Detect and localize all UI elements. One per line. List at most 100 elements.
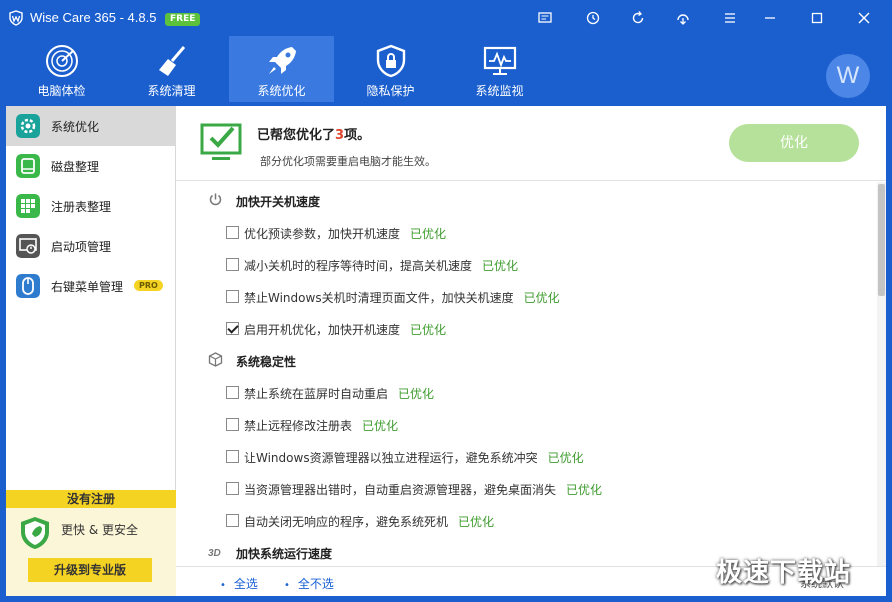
upgrade-to-pro-button[interactable]: 升级到专业版 — [28, 558, 152, 582]
power-icon — [209, 193, 222, 206]
disk-icon — [16, 154, 40, 178]
close-button[interactable] — [853, 7, 875, 29]
monitor-chart-icon — [483, 46, 516, 75]
option-label: 减小关机时的程序等待时间，提高关机速度 已优化 — [244, 259, 519, 273]
app-header: Wise Care 365 - 4.8.5 FREE 电脑体检 系统清理 系统优… — [0, 0, 892, 106]
option-label: 禁止系统在蓝屏时自动重启 已优化 — [244, 387, 435, 401]
section-title: 系统稳定性 — [236, 355, 297, 369]
tab-pc-checkup-label: 电脑体检 — [37, 84, 86, 98]
mouse-icon — [16, 274, 40, 298]
tab-pc-checkup[interactable]: 电脑体检 — [9, 36, 114, 102]
option-label: 禁止Windows关机时清理页面文件，加快关机速度 已优化 — [244, 291, 560, 305]
list-item: 启用开机优化，加快开机速度 已优化 — [226, 318, 846, 338]
monitor-check-icon — [200, 123, 242, 160]
status-optimized: 已优化 — [398, 387, 435, 401]
option-checkbox[interactable] — [226, 258, 239, 271]
option-label: 禁止远程修改注册表 已优化 — [244, 419, 399, 433]
maximize-button[interactable] — [806, 7, 828, 29]
rocket-icon — [268, 47, 296, 74]
list-item: 当资源管理器出错时，自动重启资源管理器，避免桌面消失 已优化 — [226, 478, 846, 498]
gear-icon — [16, 114, 40, 138]
minimize-button[interactable] — [759, 7, 781, 29]
sidebar-item-label: 磁盘整理 — [51, 160, 100, 174]
sidebar-item-system-optimize[interactable]: 系统优化 — [6, 106, 175, 146]
radar-icon — [45, 45, 78, 77]
sidebar-item-label: 右键菜单管理 — [51, 280, 124, 294]
option-label: 让Windows资源管理器以独立进程运行，避免系统冲突 已优化 — [244, 451, 584, 465]
sidebar-item-context-menu[interactable]: 右键菜单管理 PRO — [6, 266, 175, 306]
option-checkbox[interactable] — [226, 514, 239, 527]
status-optimized: 已优化 — [523, 291, 560, 305]
free-badge: FREE — [165, 13, 201, 26]
list-item: 减小关机时的程序等待时间，提高关机速度 已优化 — [226, 254, 846, 274]
tab-system-optimize[interactable]: 系统优化 — [229, 36, 334, 102]
shield-icon — [376, 44, 405, 78]
tab-privacy-protect-label: 隐私保护 — [366, 84, 415, 98]
main-content: 已帮您优化了3项。 部分优化项需要重启电脑才能生效。 优化 加快开关机速度 优化… — [176, 106, 886, 596]
status-optimized: 已优化 — [410, 227, 447, 241]
list-scrollbar[interactable] — [877, 182, 886, 566]
shield-rocket-icon — [21, 517, 49, 549]
optimize-summary: 已帮您优化了3项。 部分优化项需要重启电脑才能生效。 优化 — [176, 106, 886, 181]
refresh-icon[interactable] — [630, 10, 646, 26]
status-optimized: 已优化 — [566, 483, 603, 497]
select-all-link[interactable]: 全选 — [220, 575, 258, 592]
cube-icon — [208, 352, 223, 367]
option-label: 启用开机优化，加快开机速度 已优化 — [244, 323, 447, 337]
window-border-right — [886, 106, 892, 602]
tab-privacy-protect[interactable]: 隐私保护 — [338, 36, 443, 102]
option-checkbox[interactable] — [226, 418, 239, 431]
undo-icon[interactable] — [675, 10, 691, 26]
section-title: 加快开关机速度 — [236, 195, 321, 209]
sidebar-item-startup-manager[interactable]: 启动项管理 — [6, 226, 175, 266]
app-title: Wise Care 365 - 4.8.5 — [30, 10, 157, 25]
summary-title: 已帮您优化了3项。 — [257, 128, 371, 143]
clock-icon[interactable] — [585, 10, 601, 26]
option-label: 自动关闭无响应的程序，避免系统死机 已优化 — [244, 515, 495, 529]
option-checkbox[interactable] — [226, 482, 239, 495]
option-checkbox[interactable] — [226, 386, 239, 399]
window-border-bottom — [0, 596, 892, 602]
message-icon[interactable] — [537, 10, 553, 26]
sidebar-item-disk-defrag[interactable]: 磁盘整理 — [6, 146, 175, 186]
speed-3d-icon: 3D — [208, 548, 221, 559]
tab-system-monitor-label: 系统监视 — [475, 84, 524, 98]
promo-header: 没有注册 — [6, 490, 176, 508]
grid-icon — [16, 194, 40, 218]
section-title: 加快系统运行速度 — [236, 547, 333, 561]
svg-text:3D: 3D — [208, 548, 221, 559]
option-checkbox[interactable] — [226, 450, 239, 463]
summary-subtitle: 部分优化项需要重启电脑才能生效。 — [260, 155, 436, 168]
list-item: 让Windows资源管理器以独立进程运行，避免系统冲突 已优化 — [226, 446, 846, 466]
status-optimized: 已优化 — [547, 451, 584, 465]
option-checkbox[interactable] — [226, 290, 239, 303]
tab-system-clean[interactable]: 系统清理 — [119, 36, 224, 102]
option-checkbox[interactable] — [226, 322, 239, 335]
list-item: 自动关闭无响应的程序，避免系统死机 已优化 — [226, 510, 846, 530]
sidebar-item-label: 系统优化 — [51, 120, 100, 134]
watermark-text: 极速下载站 — [716, 558, 852, 588]
account-avatar[interactable]: W — [826, 54, 870, 98]
app-logo-icon — [9, 10, 23, 26]
optimize-list: 加快开关机速度 优化预读参数，加快开机速度 已优化 减小关机时的程序等待时间，提高… — [176, 182, 876, 566]
status-optimized: 已优化 — [410, 323, 447, 337]
sidebar-item-label: 启动项管理 — [51, 240, 112, 254]
status-optimized: 已优化 — [458, 515, 495, 529]
tab-system-optimize-label: 系统优化 — [257, 84, 306, 98]
tab-system-clean-label: 系统清理 — [147, 84, 196, 98]
upgrade-promo: 没有注册 更快 & 更安全 升级到专业版 — [6, 490, 176, 596]
option-label: 当资源管理器出错时，自动重启资源管理器，避免桌面消失 已优化 — [244, 483, 603, 497]
sidebar-item-registry-defrag[interactable]: 注册表整理 — [6, 186, 175, 226]
promo-text: 更快 & 更安全 — [61, 523, 138, 537]
status-optimized: 已优化 — [362, 419, 399, 433]
list-item: 优化预读参数，加快开机速度 已优化 — [226, 222, 846, 242]
optimize-button[interactable]: 优化 — [729, 124, 859, 162]
option-checkbox[interactable] — [226, 226, 239, 239]
menu-icon[interactable] — [722, 10, 738, 26]
sidebar-item-label: 注册表整理 — [51, 200, 112, 214]
option-label: 优化预读参数，加快开机速度 已优化 — [244, 227, 447, 241]
optimized-count: 3 — [335, 128, 345, 143]
tab-system-monitor[interactable]: 系统监视 — [447, 36, 552, 102]
scrollbar-thumb[interactable] — [878, 184, 885, 296]
select-none-link[interactable]: 全不选 — [284, 575, 334, 592]
